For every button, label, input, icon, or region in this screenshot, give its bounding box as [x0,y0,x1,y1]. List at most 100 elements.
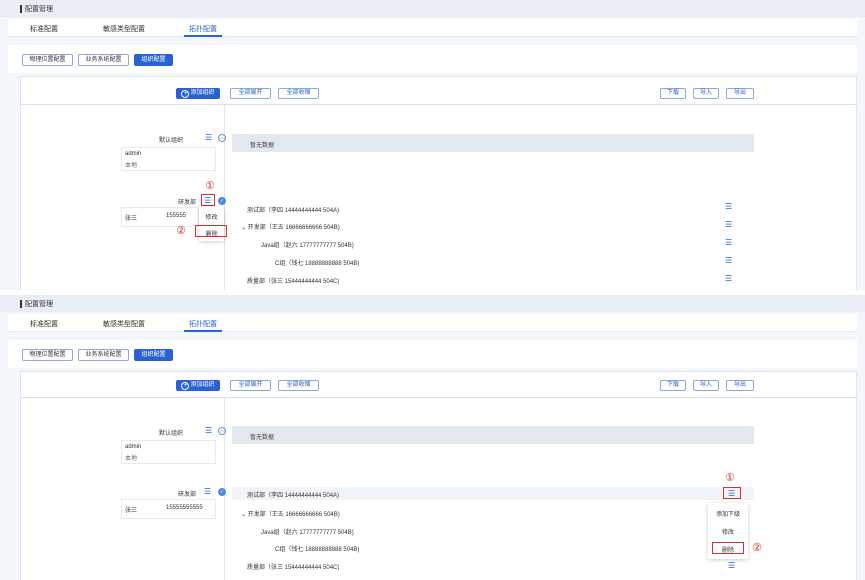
collapse-all-button[interactable]: 全部收缩 [278,380,319,391]
title-bar: 配置管理 [0,0,865,17]
highlight-box [195,225,227,237]
list-icon[interactable]: ☰ [204,488,211,496]
add-org-label: 添加组织 [190,382,215,388]
list-icon[interactable]: ☰ [725,221,732,229]
tab-standard[interactable]: 标准配置 [30,319,58,329]
subtab-physical-location[interactable]: 物理位置配置 [22,349,73,361]
no-data-text: 暂无数据 [250,143,275,149]
org-content: + 添加组织 全部展开 全部收缩 下载 导入 导出 默认组织 ☰ ︿ admin … [20,371,858,580]
tree-row-c[interactable]: C组（钱七 18888888888 504B) [275,258,359,267]
download-button[interactable]: 下载 [660,88,686,99]
tree-row-dev[interactable]: ⌄ 开发部（王五 16666666666 504B) [241,509,340,518]
menu-add-child[interactable]: 添加下级 [708,509,748,518]
page-title: 配置管理 [25,6,53,13]
tree-row-java[interactable]: Java组（赵六 17777777777 504B) [261,527,354,536]
title-bar: 配置管理 [0,295,865,312]
tree-row-c[interactable]: C组（钱七 18888888888 504B) [275,544,359,553]
list-icon[interactable]: ☰ [725,203,732,211]
annotation-1: ① [725,472,735,484]
no-data-text: 暂无数据 [250,435,275,441]
org-rd-card: 张三 155555 [121,207,199,227]
card-phone: 155555 [166,213,187,219]
check-icon[interactable]: ✓ [218,488,226,496]
card-user: 张三 [125,508,138,514]
tab-sensitive-type[interactable]: 敏感类型配置 [103,24,145,34]
list-icon[interactable]: ☰ [725,257,732,265]
add-org-button[interactable]: + 添加组织 [176,380,220,391]
plus-icon: + [181,90,190,98]
panel-bottom: 配置管理 标准配置 敏感类型配置 拓扑配置 物理位置配置 业务系统配置 组织配置… [0,295,865,580]
panel-top: 配置管理 标准配置 敏感类型配置 拓扑配置 物理位置配置 业务系统配置 组织配置… [0,0,865,290]
menu-edit[interactable]: 修改 [708,527,748,536]
org-default-label: 默认组织 [158,431,183,437]
toolbar-divider [21,104,858,105]
tree-row-java[interactable]: Java组（赵六 17777777777 504B) [261,240,354,249]
expand-all-button[interactable]: 全部展开 [230,380,271,391]
add-org-button[interactable]: + 添加组织 [176,88,220,99]
tree-row-qa[interactable]: 质量部（张三 15444444444 504C) [247,276,339,285]
no-data-row: 暂无数据 [232,426,754,444]
check-icon[interactable]: ✓ [218,197,226,205]
export-button[interactable]: 导出 [726,88,754,99]
import-button[interactable]: 导入 [693,88,719,99]
download-button[interactable]: 下载 [660,380,686,391]
subtab-physical-location[interactable]: 物理位置配置 [22,54,73,66]
list-icon[interactable]: ☰ [205,427,212,435]
highlight-box [712,542,744,554]
annotation-2: ② [176,225,186,237]
tab-active-indicator [184,35,222,37]
card-location: 本地 [125,456,138,462]
org-rd-label: 研发部 [177,492,196,498]
org-default-label: 默认组织 [158,138,183,144]
sub-tabs: 物理位置配置 业务系统配置 组织配置 [8,45,857,73]
menu-edit[interactable]: 修改 [199,212,224,221]
tree-row-test[interactable]: 测试部（李四 14444444444 504A) [247,490,339,499]
tab-sensitive-type[interactable]: 敏感类型配置 [103,319,145,329]
add-org-label: 添加组织 [190,90,215,96]
org-content: + 添加组织 全部展开 全部收缩 下载 导入 导出 默认组织 ☰ ︿ admin … [20,76,858,290]
org-rd-card: 张三 15555555555 [121,499,216,519]
tree-row-test[interactable]: 测试部（李四 14444444444 504A) [247,205,339,214]
list-icon[interactable]: ☰ [725,275,732,283]
title-accent [20,300,22,308]
import-button[interactable]: 导入 [693,380,719,391]
tree-row-dev[interactable]: ⌄ 开发部（王五 16666666666 504B) [241,222,340,231]
card-user: admin [125,444,142,450]
highlight-box [201,194,215,206]
org-default-card: admin 本地 [121,440,216,464]
card-user: admin [125,151,142,157]
title-accent [20,5,22,13]
page-title: 配置管理 [25,301,53,308]
expand-all-button[interactable]: 全部展开 [230,88,271,99]
list-icon[interactable]: ☰ [725,239,732,247]
card-phone: 15555555555 [166,505,203,511]
annotation-2: ② [752,542,762,554]
main-tabs: 标准配置 敏感类型配置 拓扑配置 [8,19,857,37]
export-button[interactable]: 导出 [726,380,754,391]
tree-row-qa[interactable]: 质量部（张三 15444444444 504C) [247,562,339,571]
card-user: 张三 [125,216,138,222]
tab-standard[interactable]: 标准配置 [30,24,58,34]
plus-icon: + [181,382,190,390]
collapse-icon[interactable]: ︿ [218,427,226,435]
subtab-business-system[interactable]: 业务系统配置 [78,349,129,361]
annotation-1: ① [205,180,215,192]
toolbar-divider [21,397,858,398]
org-rd-label: 研发部 [177,200,196,206]
collapse-icon[interactable]: ︿ [218,134,226,142]
highlight-box [723,487,741,499]
tab-active-indicator [184,330,222,332]
subtab-organization[interactable]: 组织配置 [134,349,173,361]
sub-tabs: 物理位置配置 业务系统配置 组织配置 [8,340,857,368]
tab-topology[interactable]: 拓扑配置 [189,319,217,329]
no-data-row: 暂无数据 [232,134,754,152]
tab-topology[interactable]: 拓扑配置 [189,24,217,34]
subtab-business-system[interactable]: 业务系统配置 [78,54,129,66]
org-default-card: admin 本地 [121,147,216,171]
collapse-all-button[interactable]: 全部收缩 [278,88,319,99]
list-icon[interactable]: ☰ [205,134,212,142]
subtab-organization[interactable]: 组织配置 [134,54,173,66]
list-icon[interactable]: ☰ [728,562,735,570]
main-tabs: 标准配置 敏感类型配置 拓扑配置 [8,314,857,332]
card-location: 本地 [125,163,138,169]
